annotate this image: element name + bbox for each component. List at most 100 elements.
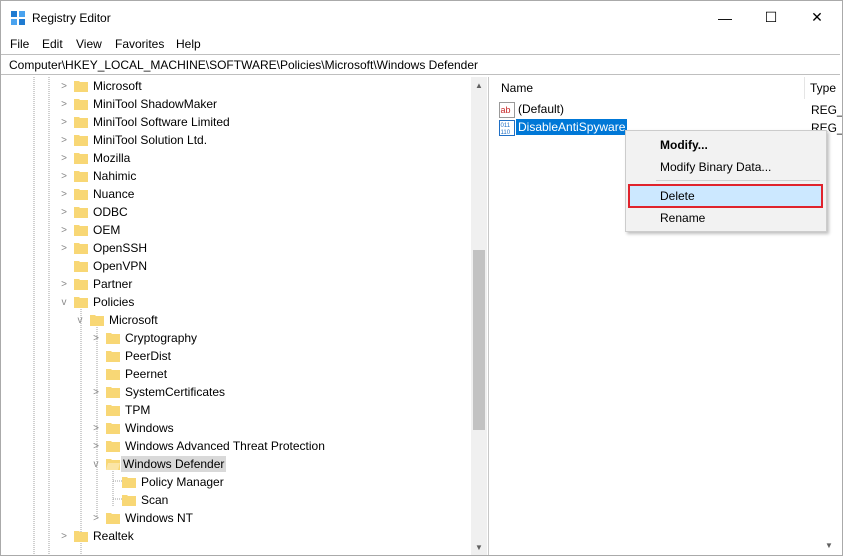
tree-row[interactable]: TPM: [1, 401, 471, 419]
tree-label: OEM: [93, 223, 121, 237]
tree-row[interactable]: > OpenSSH: [1, 239, 471, 257]
tree-row-selected[interactable]: v Windows Defender: [1, 455, 471, 473]
collapse-chevron-icon[interactable]: v: [75, 311, 85, 329]
tree-label: ODBC: [93, 205, 128, 219]
tree-row[interactable]: v Microsoft: [1, 311, 471, 329]
scroll-up-arrow-icon[interactable]: ▲: [471, 77, 487, 93]
expand-chevron-icon[interactable]: >: [59, 77, 69, 95]
tree-row[interactable]: > MiniTool Solution Ltd.: [1, 131, 471, 149]
tree-label: PeerDist: [125, 349, 172, 363]
tree-label: OpenSSH: [93, 241, 148, 255]
tree-row[interactable]: > Windows: [1, 419, 471, 437]
scrollbar-thumb[interactable]: [473, 250, 485, 430]
expand-chevron-icon[interactable]: >: [91, 383, 101, 401]
expand-chevron-icon[interactable]: >: [59, 239, 69, 257]
tree-row[interactable]: OpenVPN: [1, 257, 471, 275]
context-menu-modify[interactable]: Modify...: [660, 138, 708, 152]
expand-chevron-icon[interactable]: >: [59, 113, 69, 131]
tree-label: MiniTool ShadowMaker: [93, 97, 218, 111]
expand-chevron-icon[interactable]: >: [91, 329, 101, 347]
svg-text:011: 011: [501, 123, 511, 129]
expand-chevron-icon[interactable]: >: [59, 203, 69, 221]
expand-chevron-icon[interactable]: >: [59, 527, 69, 545]
tree-row[interactable]: > Mozilla: [1, 149, 471, 167]
column-header-type[interactable]: Type: [810, 81, 836, 95]
expand-chevron-icon[interactable]: [91, 365, 101, 383]
address-bar[interactable]: Computer\HKEY_LOCAL_MACHINE\SOFTWARE\Pol…: [1, 54, 840, 75]
menu-file[interactable]: File: [10, 37, 29, 51]
string-value-icon: ab: [499, 102, 515, 118]
expand-chevron-icon[interactable]: [59, 257, 69, 275]
tree-row[interactable]: Policy Manager: [1, 473, 471, 491]
context-menu-separator: [656, 180, 820, 181]
tree-row[interactable]: > Windows NT: [1, 509, 471, 527]
tree-row[interactable]: > Windows Advanced Threat Protection: [1, 437, 471, 455]
folder-icon: [74, 243, 88, 254]
folder-icon: [106, 405, 120, 416]
scroll-down-arrow-icon[interactable]: ▼: [821, 537, 837, 553]
menu-help[interactable]: Help: [176, 37, 201, 51]
expand-chevron-icon[interactable]: >: [59, 149, 69, 167]
menu-edit[interactable]: Edit: [42, 37, 63, 51]
menu-bar: File Edit View Favorites Help: [1, 34, 842, 54]
address-path[interactable]: Computer\HKEY_LOCAL_MACHINE\SOFTWARE\Pol…: [9, 58, 478, 72]
tree-row[interactable]: > Nahimic: [1, 167, 471, 185]
tree-row[interactable]: > MiniTool ShadowMaker: [1, 95, 471, 113]
tree-row[interactable]: Scan: [1, 491, 471, 509]
maximize-button[interactable]: ☐: [748, 1, 794, 34]
expand-chevron-icon[interactable]: >: [91, 419, 101, 437]
collapse-chevron-icon[interactable]: v: [91, 455, 101, 473]
minimize-button[interactable]: —: [702, 1, 748, 34]
expand-chevron-icon[interactable]: >: [59, 275, 69, 293]
expand-chevron-icon[interactable]: >: [59, 185, 69, 203]
tree-row[interactable]: > Realtek: [1, 527, 471, 545]
value-row[interactable]: ab (Default) REG_SZ: [493, 101, 842, 119]
tree-row[interactable]: v Policies: [1, 293, 471, 311]
folder-icon: [106, 333, 120, 344]
tree-row[interactable]: > SystemCertificates: [1, 383, 471, 401]
tree-vertical-scrollbar[interactable]: ▲ ▼: [471, 77, 487, 555]
folder-icon: [122, 495, 136, 506]
tree-label: Policies: [93, 295, 135, 309]
folder-icon: [74, 135, 88, 146]
context-menu-delete[interactable]: Delete: [660, 189, 695, 203]
expand-chevron-icon[interactable]: [91, 347, 101, 365]
menu-view[interactable]: View: [76, 37, 102, 51]
expand-chevron-icon[interactable]: >: [59, 131, 69, 149]
expand-chevron-icon[interactable]: >: [59, 95, 69, 113]
tree-row[interactable]: > Cryptography: [1, 329, 471, 347]
tree-row[interactable]: > OEM: [1, 221, 471, 239]
window-title: Registry Editor: [32, 11, 111, 25]
collapse-chevron-icon[interactable]: v: [59, 293, 69, 311]
tree-row[interactable]: > Microsoft: [1, 77, 471, 95]
close-button[interactable]: ✕: [794, 1, 840, 34]
tree-row[interactable]: Peernet: [1, 365, 471, 383]
context-menu-modify-binary[interactable]: Modify Binary Data...: [660, 160, 771, 174]
column-header-name[interactable]: Name: [501, 81, 533, 95]
expand-chevron-icon[interactable]: >: [59, 167, 69, 185]
expand-chevron-icon[interactable]: [107, 491, 117, 509]
expand-chevron-icon[interactable]: >: [59, 221, 69, 239]
scroll-down-arrow-icon[interactable]: ▼: [471, 539, 487, 555]
folder-icon: [74, 117, 88, 128]
tree-label: OpenVPN: [93, 259, 148, 273]
tree-label: Microsoft: [93, 79, 142, 93]
expand-chevron-icon[interactable]: >: [91, 437, 101, 455]
tree-row[interactable]: PeerDist: [1, 347, 471, 365]
tree-row[interactable]: > MiniTool Software Limited: [1, 113, 471, 131]
open-folder-icon: [106, 459, 120, 470]
folder-icon: [74, 99, 88, 110]
tree-row[interactable]: > Partner: [1, 275, 471, 293]
menu-favorites[interactable]: Favorites: [115, 37, 164, 51]
column-divider[interactable]: [804, 77, 805, 99]
folder-icon: [106, 387, 120, 398]
expand-chevron-icon[interactable]: >: [91, 509, 101, 527]
key-tree-pane[interactable]: > Microsoft > MiniTool ShadowMaker > Min…: [1, 77, 489, 555]
expand-chevron-icon[interactable]: [91, 401, 101, 419]
minimize-icon: —: [718, 9, 732, 26]
tree-row[interactable]: > ODBC: [1, 203, 471, 221]
expand-chevron-icon[interactable]: [107, 473, 117, 491]
context-menu-rename[interactable]: Rename: [660, 211, 705, 225]
tree-label: Windows: [125, 421, 174, 435]
tree-row[interactable]: > Nuance: [1, 185, 471, 203]
